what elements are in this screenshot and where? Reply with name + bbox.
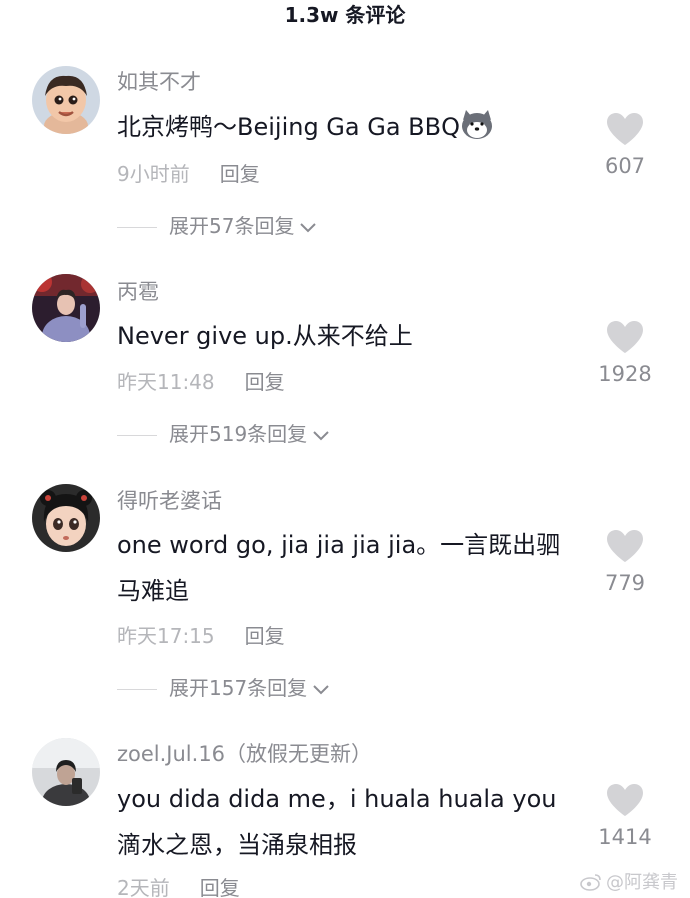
username[interactable]: 如其不才 <box>117 68 201 96</box>
comment-text: 北京烤鸭～Beijing Ga Ga BBQ <box>117 104 607 150</box>
like-button[interactable]: 1414 <box>580 783 670 849</box>
comment-time: 昨天17:15 <box>117 624 215 648</box>
cartoon-boy-avatar-icon <box>32 66 100 134</box>
divider-line <box>117 227 157 228</box>
comment-count-title: 1.3w 条评论 <box>284 3 406 27</box>
username[interactable]: zoel.Jul.16（放假无更新） <box>117 740 372 768</box>
avatar[interactable] <box>32 66 100 134</box>
comment-text-line: one word go, jia jia jia jia。一言既出驷 <box>117 531 561 559</box>
avatar[interactable] <box>32 274 100 342</box>
like-button[interactable]: 779 <box>580 529 670 595</box>
comment-time: 昨天11:48 <box>117 370 215 394</box>
comment-meta: 昨天11:48 回复 <box>117 368 285 396</box>
expand-replies-button[interactable]: 展开157条回复 <box>117 674 331 702</box>
avatar[interactable] <box>32 738 100 806</box>
username[interactable]: 得听老婆话 <box>117 487 222 515</box>
comments-panel: 1.3w 条评论 如其不才 北京烤鸭～Beijing Ga Ga BBQ 9小时… <box>0 0 690 898</box>
comment-meta: 2天前 回复 <box>117 874 240 898</box>
like-count: 1414 <box>598 825 652 849</box>
comment-text-line: you dida dida me，i huala huala you <box>117 785 557 813</box>
comment-meta: 9小时前 回复 <box>117 160 260 188</box>
comment-text-line: 滴水之恩，当涌泉相报 <box>117 831 357 859</box>
expand-replies-label: 展开57条回复 <box>169 214 295 238</box>
heart-icon <box>607 784 643 816</box>
weibo-icon <box>580 874 601 891</box>
reply-button[interactable]: 回复 <box>245 624 285 648</box>
comment-text: one word go, jia jia jia jia。一言既出驷 马难追 <box>117 522 607 614</box>
watermark-text: @阿龚青 <box>606 872 678 893</box>
watermark: @阿龚青 <box>580 868 678 894</box>
expand-replies-label: 展开519条回复 <box>169 422 308 446</box>
heart-icon <box>607 530 643 562</box>
heart-icon <box>607 113 643 145</box>
reply-button[interactable]: 回复 <box>220 162 260 186</box>
chevron-down-icon <box>313 430 329 440</box>
photo-person-avatar-icon <box>32 738 100 806</box>
chevron-down-icon <box>300 222 317 232</box>
comment-text: you dida dida me，i huala huala you 滴水之恩，… <box>117 776 607 868</box>
reply-button[interactable]: 回复 <box>245 370 285 394</box>
like-count: 1928 <box>598 362 652 386</box>
comment-text-line: 北京烤鸭～Beijing Ga Ga BBQ <box>117 113 460 141</box>
like-button[interactable]: 607 <box>580 112 670 178</box>
expand-replies-label: 展开157条回复 <box>169 676 308 700</box>
like-button[interactable]: 1928 <box>580 320 670 386</box>
comment-meta: 昨天17:15 回复 <box>117 622 285 650</box>
comment-time: 2天前 <box>117 876 170 898</box>
expand-replies-button[interactable]: 展开57条回复 <box>117 212 318 240</box>
concert-performer-avatar-icon <box>32 274 100 342</box>
heart-icon <box>607 321 643 353</box>
reply-button[interactable]: 回复 <box>200 876 240 898</box>
comment-text-line: 马难追 <box>117 577 189 605</box>
like-count: 779 <box>604 571 646 595</box>
chevron-down-icon <box>313 684 329 694</box>
expand-replies-button[interactable]: 展开519条回复 <box>117 420 331 448</box>
comment-time: 9小时前 <box>117 162 190 186</box>
cartoon-girl-avatar-icon <box>32 484 100 552</box>
divider-line <box>117 435 157 436</box>
divider-line <box>117 689 157 690</box>
comment-text: Never give up.从来不给上 <box>117 313 607 359</box>
like-count: 607 <box>604 154 646 178</box>
username[interactable]: 丙雹 <box>117 278 159 306</box>
avatar[interactable] <box>32 484 100 552</box>
husky-dog-emoji-icon <box>462 110 492 139</box>
comment-text-line: Never give up.从来不给上 <box>117 322 413 350</box>
